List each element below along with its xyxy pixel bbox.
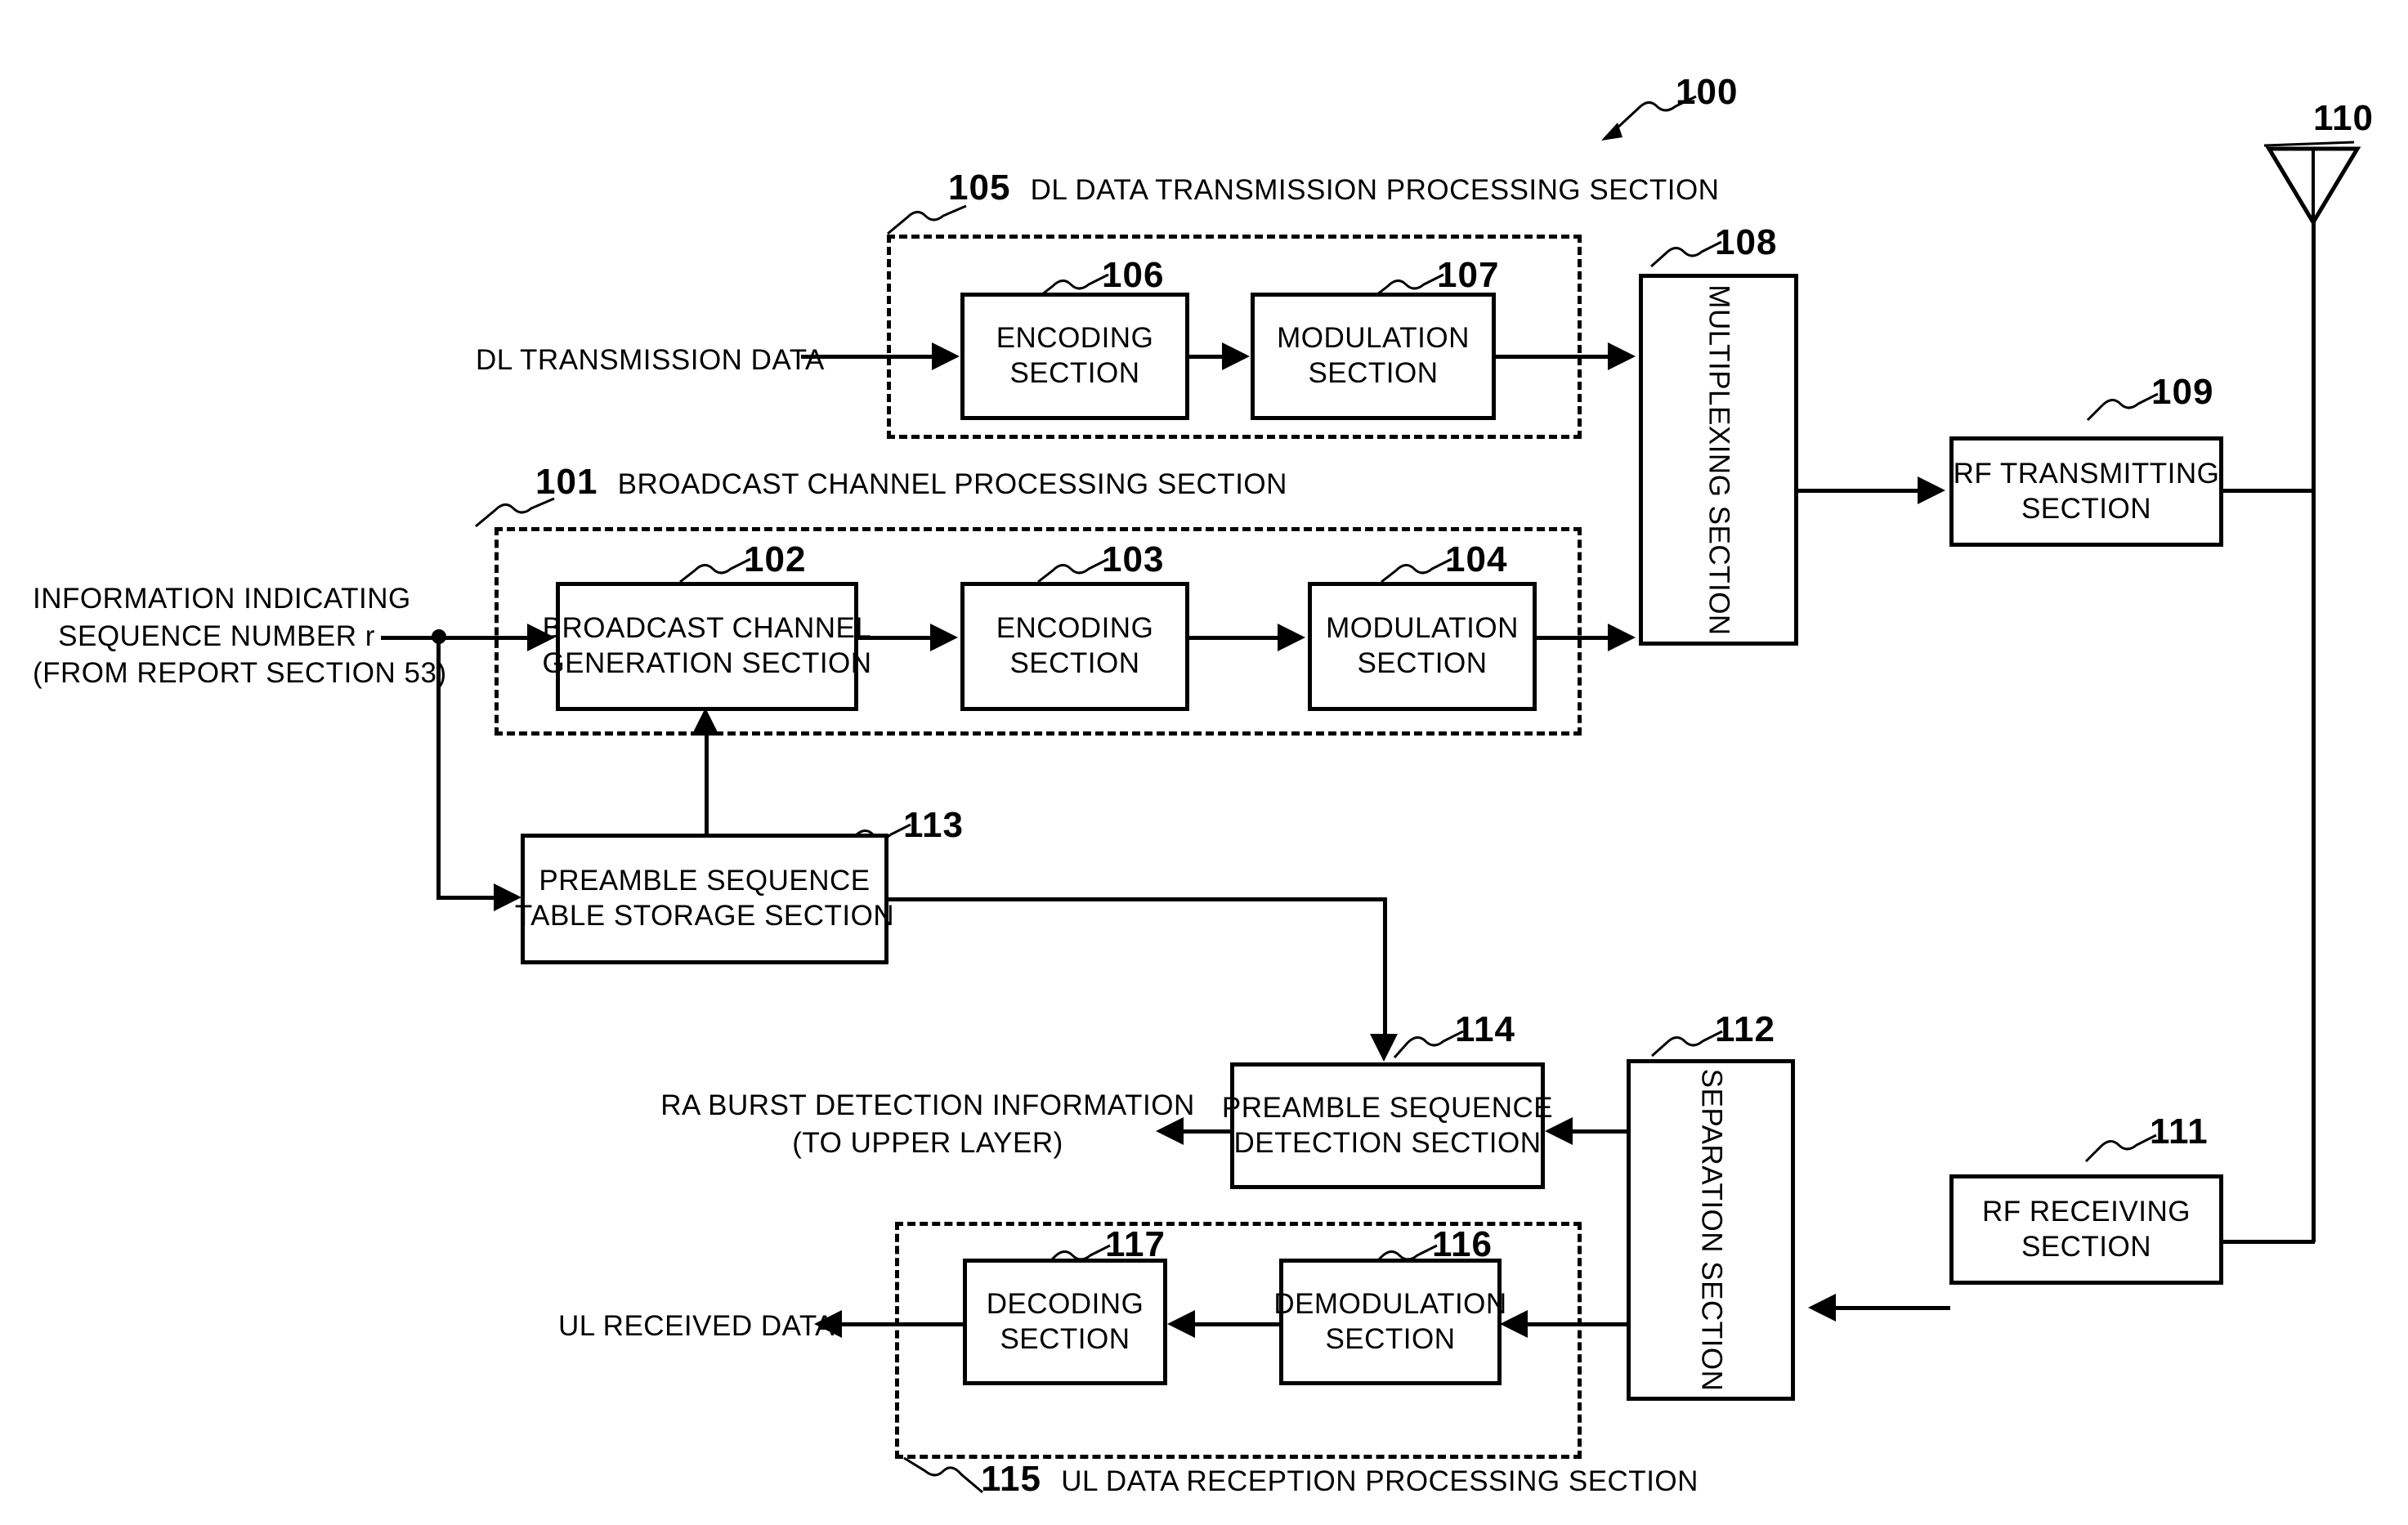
block-preamble-table-line1: PREAMBLE SEQUENCE xyxy=(539,865,871,897)
io-label-ra-burst-line2: (TO UPPER LAYER) xyxy=(792,1126,1063,1159)
io-label-ra-burst: RA BURST DETECTION INFORMATION (TO UPPER… xyxy=(658,1087,1197,1161)
block-decoding-ul[interactable]: DECODING SECTION xyxy=(963,1259,1167,1385)
block-modulation-dl-line2: SECTION xyxy=(1308,357,1439,389)
wire-junction-to-bch-generation xyxy=(445,636,527,640)
arrowhead-demodulation-to-decoding xyxy=(1167,1310,1195,1338)
wire-demodulation-to-decoding xyxy=(1195,1322,1281,1326)
antenna-mast-line xyxy=(2312,219,2316,1242)
group-title-105: DL DATA TRANSMISSION PROCESSING SECTION xyxy=(1030,174,1720,206)
group-label-115: 115 UL DATA RECEPTION PROCESSING SECTION xyxy=(981,1459,1699,1500)
block-encoding-bch-line2: SECTION xyxy=(1009,647,1140,679)
wire-dl-data-to-encoding xyxy=(801,355,932,359)
block-modulation-bch-line2: SECTION xyxy=(1357,647,1488,679)
wire-separation-to-detect xyxy=(1573,1129,1627,1134)
block-encoding-dl-line1: ENCODING xyxy=(996,322,1154,355)
wire-rf-transmitting-to-antenna xyxy=(2223,489,2315,493)
leader-line-108 xyxy=(1650,240,1722,268)
block-bch-generation-line2: GENERATION SECTION xyxy=(542,647,872,679)
block-modulation-bch[interactable]: MODULATION SECTION xyxy=(1308,582,1537,711)
block-modulation-dl-line1: MODULATION xyxy=(1277,322,1470,355)
block-multiplexing-label: MULTIPLEXING SECTION xyxy=(1703,284,1735,636)
group-label-101: 101 BROADCAST CHANNEL PROCESSING SECTION xyxy=(535,462,1287,503)
group-title-101: BROADCAST CHANNEL PROCESSING SECTION xyxy=(617,468,1287,500)
group-label-105: 105 DL DATA TRANSMISSION PROCESSING SECT… xyxy=(948,168,1719,208)
arrowhead-encoding-bch-to-modulation xyxy=(1278,624,1305,651)
block-encoding-dl[interactable]: ENCODING SECTION xyxy=(960,293,1189,420)
block-demodulation-ul-line2: SECTION xyxy=(1325,1322,1456,1355)
block-rf-transmitting-line1: RF TRANSMITTING xyxy=(1953,457,2220,490)
block-encoding-bch-line1: ENCODING xyxy=(996,612,1154,645)
block-encoding-bch[interactable]: ENCODING SECTION xyxy=(960,582,1189,711)
block-modulation-bch-line1: MODULATION xyxy=(1326,612,1519,645)
leader-line-100 xyxy=(1601,95,1697,141)
wire-modulation-dl-to-multiplexing xyxy=(1496,355,1608,359)
io-label-ul-received-data: UL RECEIVED DATA xyxy=(558,1310,835,1342)
block-decoding-ul-line1: DECODING xyxy=(986,1287,1144,1320)
arrowhead-detect-to-ra-burst xyxy=(1156,1117,1184,1145)
wire-antenna-to-rf-receiving xyxy=(2223,1240,2315,1244)
wire-junction-down-to-preamble-table xyxy=(436,636,441,899)
block-separation-label: SEPARATION SECTION xyxy=(1695,1068,1728,1392)
block-decoding-ul-line2: SECTION xyxy=(1000,1322,1130,1355)
arrowhead-bch-generation-to-encoding xyxy=(930,624,958,651)
group-number-101: 101 xyxy=(535,462,598,502)
wire-to-preamble-table xyxy=(436,896,494,900)
wire-multiplexing-to-rf-transmitting xyxy=(1798,489,1918,493)
figure-canvas: 100 110 105 DL DATA TRANSMISSION PROCESS… xyxy=(0,0,2408,1525)
io-label-dl-transmission-data: DL TRANSMISSION DATA xyxy=(476,344,825,376)
block-rf-transmitting[interactable]: RF TRANSMITTING SECTION xyxy=(1949,436,2223,547)
wire-detect-to-ra-burst xyxy=(1184,1129,1230,1134)
block-preamble-table-line2: TABLE STORAGE SECTION xyxy=(514,900,895,932)
block-modulation-dl[interactable]: MODULATION SECTION xyxy=(1251,293,1496,420)
wire-rf-receiving-to-separation xyxy=(1836,1306,1950,1310)
block-encoding-dl-line2: SECTION xyxy=(1009,357,1140,389)
wire-preamble-table-to-detect-h xyxy=(888,897,1387,901)
wire-preamble-table-to-bch-generation xyxy=(705,736,709,834)
block-bch-generation-line1: BROADCAST CHANNEL xyxy=(542,612,872,645)
block-demodulation-ul-line1: DEMODULATION xyxy=(1273,1287,1507,1320)
wire-modulation-bch-to-multiplexing xyxy=(1537,636,1608,640)
leader-line-115 xyxy=(903,1456,983,1494)
arrowhead-multiplexing-to-rf-transmitting xyxy=(1918,476,1945,504)
block-rf-transmitting-line2: SECTION xyxy=(2021,492,2152,525)
antenna-icon xyxy=(2263,141,2361,226)
block-preamble-table[interactable]: PREAMBLE SEQUENCE TABLE STORAGE SECTION xyxy=(515,834,894,964)
arrowhead-preamble-table-to-bch-generation xyxy=(692,708,719,736)
group-title-115: UL DATA RECEPTION PROCESSING SECTION xyxy=(1061,1465,1699,1497)
io-label-sequence-number: INFORMATION INDICATING SEQUENCE NUMBER r… xyxy=(33,580,447,692)
block-preamble-detect[interactable]: PREAMBLE SEQUENCE DETECTION SECTION xyxy=(1222,1062,1553,1189)
io-label-sequence-line1: INFORMATION INDICATING xyxy=(33,583,411,615)
arrowhead-decoding-to-ul-received-data xyxy=(814,1310,842,1338)
io-label-sequence-line2: SEQUENCE NUMBER r xyxy=(58,619,375,652)
block-bch-generation[interactable]: BROADCAST CHANNEL GENERATION SECTION xyxy=(542,582,871,711)
block-separation[interactable]: SEPARATION SECTION xyxy=(1627,1059,1795,1401)
block-preamble-detect-line1: PREAMBLE SEQUENCE xyxy=(1221,1091,1554,1124)
wire-encoding-to-modulation-dl xyxy=(1189,355,1222,359)
wire-preamble-table-to-detect-v xyxy=(1383,897,1387,1038)
arrowhead-modulation-dl-to-multiplexing xyxy=(1608,342,1636,370)
leader-line-114 xyxy=(1393,1030,1464,1058)
leader-line-111 xyxy=(2084,1134,2157,1163)
block-rf-receiving[interactable]: RF RECEIVING SECTION xyxy=(1949,1174,2223,1285)
arrowhead-sequence-to-bch-generation xyxy=(527,624,555,651)
arrowhead-dl-data-to-encoding xyxy=(932,342,960,370)
arrowhead-encoding-to-modulation-dl xyxy=(1222,342,1250,370)
arrowhead-rf-receiving-to-separation xyxy=(1808,1294,1836,1322)
io-label-sequence-line3: (FROM REPORT SECTION 53) xyxy=(33,657,447,689)
leader-line-109 xyxy=(2086,392,2159,422)
wire-bch-generation-to-encoding xyxy=(858,636,930,640)
wire-decoding-to-ul-received-data xyxy=(842,1322,963,1326)
block-rf-receiving-line1: RF RECEIVING xyxy=(1982,1195,2191,1228)
arrowhead-separation-to-detect xyxy=(1545,1117,1573,1145)
block-multiplexing[interactable]: MULTIPLEXING SECTION xyxy=(1639,274,1798,646)
group-number-105: 105 xyxy=(948,168,1011,208)
block-preamble-detect-line2: DETECTION SECTION xyxy=(1233,1126,1542,1159)
block-demodulation-ul[interactable]: DEMODULATION SECTION xyxy=(1273,1259,1506,1385)
io-label-ra-burst-line1: RA BURST DETECTION INFORMATION xyxy=(660,1089,1195,1121)
block-rf-receiving-line2: SECTION xyxy=(2021,1230,2152,1263)
arrowhead-modulation-bch-to-multiplexing xyxy=(1608,624,1636,651)
wire-encoding-bch-to-modulation xyxy=(1189,636,1278,640)
